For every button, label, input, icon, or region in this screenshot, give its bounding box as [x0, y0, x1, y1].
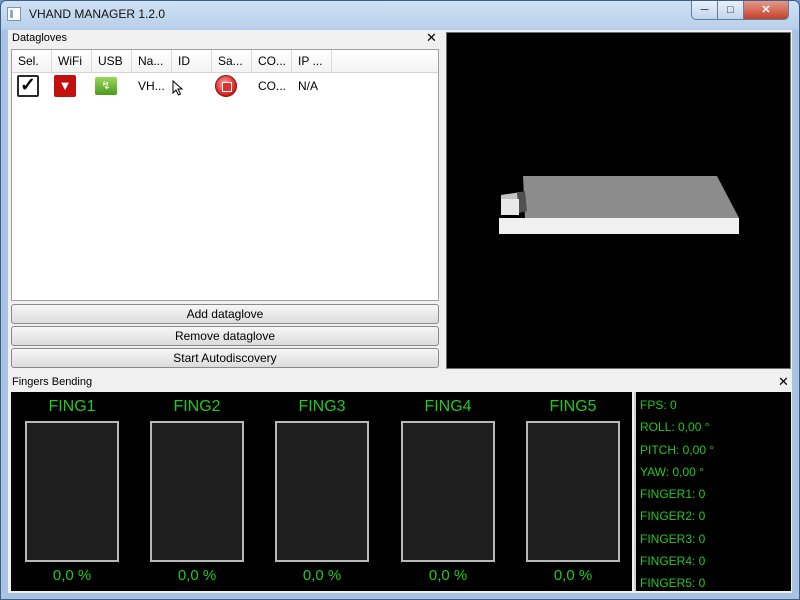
main-window: VHAND MANAGER 1.2.0 ─ □ ✕ Datagloves ✕ S…: [0, 0, 800, 600]
usb-icon[interactable]: ↯: [95, 77, 117, 95]
finger-label: FING1: [48, 398, 96, 415]
column-header-com[interactable]: CO...: [252, 50, 292, 72]
stat-finger3: FINGER3: 0: [640, 532, 706, 546]
finger-label: FING3: [298, 398, 346, 415]
cell-wifi[interactable]: ▼: [52, 72, 92, 100]
finger-percent: 0,0 %: [302, 567, 342, 584]
hand-model-3d: [499, 176, 739, 234]
finger-percent: 0,0 %: [428, 567, 468, 584]
stat-pitch: PITCH: 0,00 °: [640, 443, 715, 457]
start-autodiscovery-button[interactable]: Start Autodiscovery: [11, 348, 439, 368]
model-small-block: [501, 199, 519, 215]
finger-label: FING4: [424, 398, 472, 415]
fingers-bending-panel: FING1 0,0 % FING2 0,0 % FING3 0,0 % FING…: [11, 392, 632, 591]
finger-bar: [401, 421, 495, 562]
column-header-save[interactable]: Sa...: [212, 50, 252, 72]
cell-id: [172, 72, 212, 100]
stat-roll: ROLL: 0,00 °: [640, 420, 710, 434]
table-header: Sel. WiFi USB Na... ID Sa... CO... IP ..…: [12, 50, 438, 73]
add-dataglove-button[interactable]: Add dataglove: [11, 304, 439, 324]
cell-save[interactable]: [212, 72, 252, 100]
finger-label: FING2: [173, 398, 221, 415]
datagloves-dock-header: Datagloves ✕: [8, 30, 442, 46]
finger-bar: [150, 421, 244, 562]
stat-yaw: YAW: 0,00 °: [640, 465, 704, 479]
checkbox-checked-icon[interactable]: ✓: [17, 75, 39, 97]
record-stop-icon[interactable]: [215, 75, 237, 97]
stat-finger1: FINGER1: 0: [640, 487, 706, 501]
finger-percent: 0,0 %: [177, 567, 217, 584]
column-header-ip[interactable]: IP ...: [292, 50, 332, 72]
datagloves-dock-close-icon[interactable]: ✕: [426, 30, 437, 46]
fingers-dock-header: Fingers Bending ✕: [8, 374, 792, 390]
model-front-face: [499, 218, 739, 234]
remove-dataglove-button[interactable]: Remove dataglove: [11, 326, 439, 346]
finger-label: FING5: [549, 398, 597, 415]
client-area: Datagloves ✕ Sel. WiFi USB Na... ID Sa..…: [8, 30, 792, 593]
finger-percent: 0,0 %: [553, 567, 593, 584]
column-header-wifi[interactable]: WiFi: [52, 50, 92, 72]
stat-finger4: FINGER4: 0: [640, 554, 706, 568]
column-header-name[interactable]: Na...: [132, 50, 172, 72]
close-button[interactable]: ✕: [743, 1, 789, 20]
fingers-dock-close-icon[interactable]: ✕: [778, 374, 789, 390]
sensor-stats-panel: FPS: 0 ROLL: 0,00 ° PITCH: 0,00 ° YAW: 0…: [634, 392, 791, 591]
app-icon: [7, 7, 21, 21]
column-header-id[interactable]: ID: [172, 50, 212, 72]
stat-fps: FPS: 0: [640, 398, 677, 412]
window-title: VHAND MANAGER 1.2.0: [29, 7, 166, 21]
cell-com: CO...: [258, 79, 287, 93]
column-header-sel[interactable]: Sel.: [12, 50, 52, 72]
finger-bar: [526, 421, 620, 562]
finger-bar: [25, 421, 119, 562]
model-top-face: [523, 176, 739, 218]
title-bar[interactable]: VHAND MANAGER 1.2.0 ─ □ ✕: [1, 1, 799, 29]
minimize-button[interactable]: ─: [691, 1, 718, 20]
maximize-button[interactable]: □: [717, 1, 744, 20]
mouse-pointer-icon: [172, 80, 184, 96]
stat-finger2: FINGER2: 0: [640, 509, 706, 523]
datagloves-table[interactable]: Sel. WiFi USB Na... ID Sa... CO... IP ..…: [11, 49, 439, 301]
wifi-icon[interactable]: ▼: [54, 75, 76, 97]
3d-viewport[interactable]: [446, 32, 791, 369]
cell-usb[interactable]: ↯: [92, 72, 132, 100]
cell-sel[interactable]: ✓: [12, 72, 52, 100]
datagloves-dock-title: Datagloves: [12, 32, 68, 44]
finger-percent: 0,0 %: [52, 567, 92, 584]
column-header-usb[interactable]: USB: [92, 50, 132, 72]
stat-finger5: FINGER5: 0: [640, 576, 706, 590]
cell-name: VH...: [138, 79, 165, 93]
fingers-dock-title: Fingers Bending: [12, 376, 93, 388]
cell-ip: N/A: [298, 79, 319, 93]
finger-bar: [275, 421, 369, 562]
